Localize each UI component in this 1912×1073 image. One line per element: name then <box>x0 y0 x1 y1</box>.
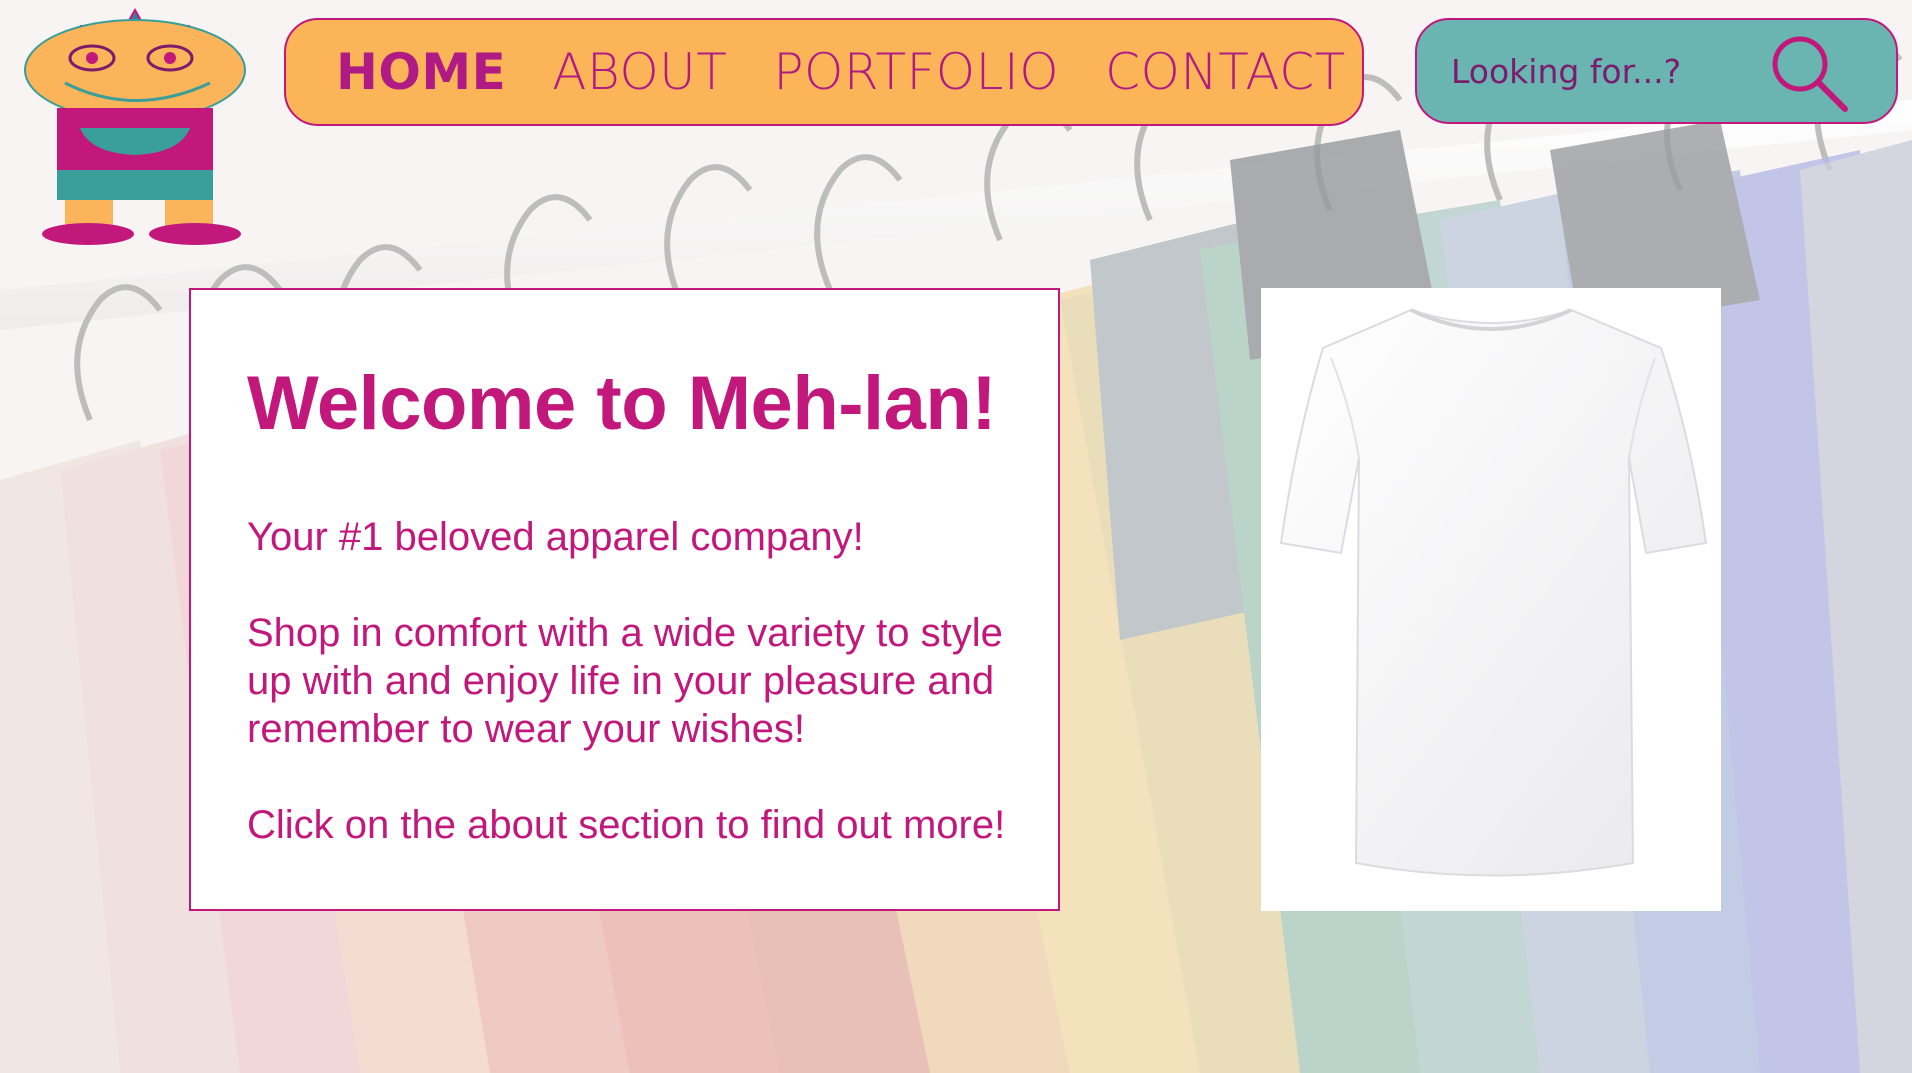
nav-item-home[interactable]: HOME <box>336 43 506 101</box>
search-icon[interactable] <box>1768 32 1850 114</box>
welcome-tagline: Your #1 beloved apparel company! <box>247 515 864 559</box>
nav-item-contact[interactable]: CONTACT <box>1105 43 1346 101</box>
welcome-title: Welcome to Meh-lan! <box>247 361 997 446</box>
search-bar <box>1415 18 1898 124</box>
t-shirt-icon <box>1279 308 1708 877</box>
welcome-cta: Click on the about section to find out m… <box>247 803 1006 847</box>
welcome-body: Shop in comfort with a wide variety to s… <box>247 611 1003 751</box>
search-input[interactable] <box>1449 50 1783 92</box>
product-image[interactable] <box>1261 288 1721 911</box>
nav-item-about[interactable]: ABOUT <box>552 43 727 101</box>
nav-item-portfolio[interactable]: PORTFOLIO <box>773 43 1059 101</box>
welcome-card: Welcome to Meh-lan! Your #1 beloved appa… <box>189 288 1060 911</box>
robot-mascot-icon[interactable] <box>20 8 250 248</box>
main-navigation: HOME ABOUT PORTFOLIO CONTACT <box>284 18 1364 126</box>
